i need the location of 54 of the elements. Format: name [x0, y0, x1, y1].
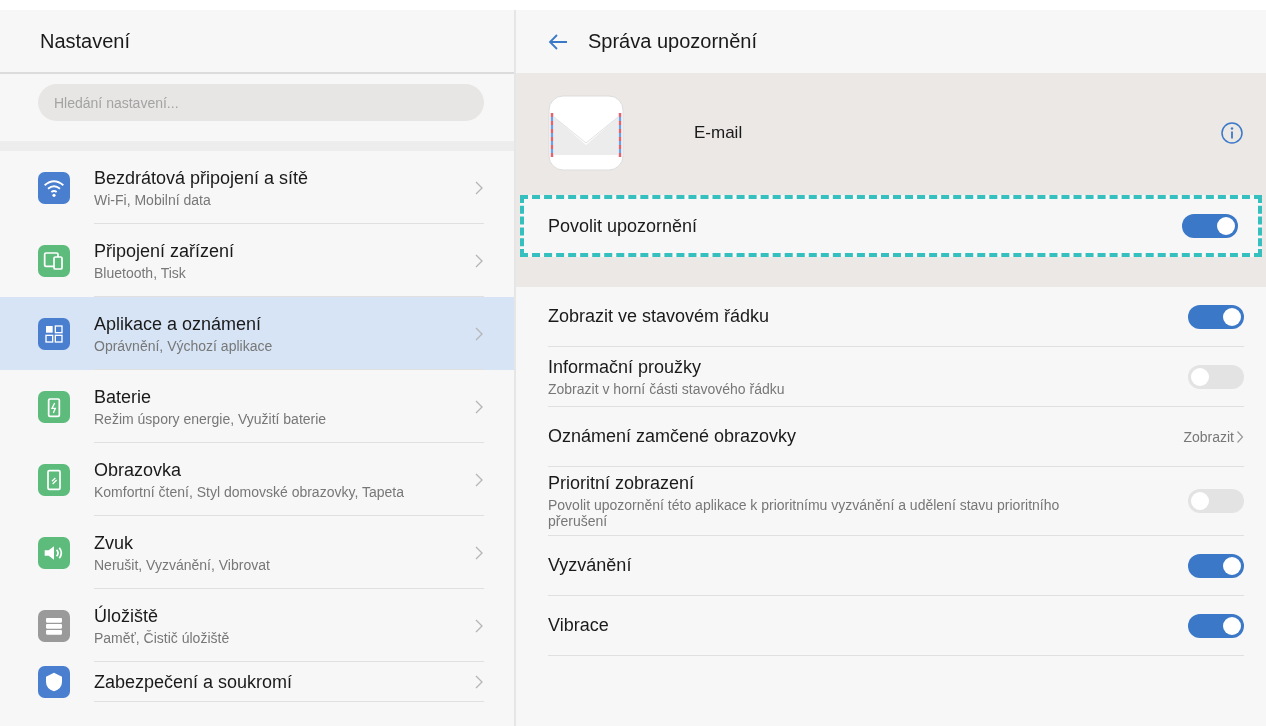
setting-description: Zobrazit v horní části stavového řádku	[548, 380, 786, 397]
item-subtitle: Paměť, Čistič úložiště	[94, 629, 231, 646]
setting-label: Prioritní zobrazení	[548, 473, 696, 494]
chevron-icon	[474, 674, 484, 690]
settings-item[interactable]: Zabezpečení a soukromí	[0, 662, 514, 702]
item-title: Baterie	[94, 386, 153, 408]
toggle-switch[interactable]	[1188, 304, 1244, 329]
toggle-switch[interactable]	[1188, 553, 1244, 578]
setting-value[interactable]: Zobrazit	[1183, 428, 1234, 445]
settings-item[interactable]: Bezdrátová připojení a sítě Wi-Fi, Mobilní data	[0, 151, 514, 224]
item-title: Zvuk	[94, 532, 134, 554]
info-icon[interactable]	[1220, 121, 1244, 145]
envelope-icon	[548, 95, 624, 171]
app-name: E-mail	[694, 123, 744, 143]
toggle-switch[interactable]	[1188, 613, 1244, 638]
settings-item[interactable]: Zvuk Nerušit, Vyzvánění, Vibrovat	[0, 516, 514, 589]
item-subtitle: Oprávnění, Výchozí aplikace	[94, 337, 274, 354]
toggle-switch[interactable]	[1188, 364, 1244, 389]
chevron-icon	[1236, 429, 1244, 444]
settings-title: Nastavení	[40, 29, 131, 53]
settings-item[interactable]: Aplikace a oznámení Oprávnění, Výchozí aplikace	[0, 297, 514, 370]
setting-label: Povolit upozornění	[548, 215, 698, 237]
item-subtitle: Bluetooth, Tisk	[94, 264, 187, 281]
settings-item[interactable]: Baterie Režim úspory energie, Využití baterie	[0, 370, 514, 443]
setting-label: Vyzvánění	[548, 555, 633, 576]
setting-label: Vibrace	[548, 615, 610, 636]
page-title: Správa upozornění	[588, 30, 757, 53]
item-title: Obrazovka	[94, 459, 183, 481]
item-title: Připojení zařízení	[94, 240, 236, 262]
setting-label: Zobrazit ve stavovém řádku	[548, 306, 771, 327]
chevron-icon	[474, 398, 484, 415]
toggle-switch[interactable]	[1182, 214, 1238, 238]
chevron-icon	[474, 471, 484, 488]
chevron-icon	[474, 252, 484, 269]
item-subtitle: Komfortní čtení, Styl domovské obrazovky, Tapeta	[94, 483, 405, 500]
chevron-icon	[474, 544, 484, 561]
search-field[interactable]: Hledání nastavení...	[38, 84, 484, 121]
settings-item[interactable]: Úložiště Paměť, Čistič úložiště	[0, 589, 514, 662]
chevron-icon	[474, 325, 484, 342]
item-subtitle: Režim úspory energie, Využití baterie	[94, 410, 328, 427]
setting-label: Informační proužky	[548, 356, 703, 378]
item-title: Aplikace a oznámení	[94, 313, 263, 335]
settings-item[interactable]: Připojení zařízení Bluetooth, Tisk	[0, 224, 514, 297]
chevron-icon	[474, 617, 484, 634]
item-title: Bezdrátová připojení a sítě	[94, 167, 310, 189]
item-subtitle: Wi-Fi, Mobilní data	[94, 191, 212, 208]
item-title: Zabezpečení a soukromí	[94, 671, 294, 693]
setting-label: Oznámení zamčené obrazovky	[548, 426, 798, 447]
setting-description: Povolit upozornění této aplikace k prioritnímu vyzvánění a udělení stavu prioritního přerušení	[548, 497, 1061, 529]
chevron-icon	[474, 179, 484, 196]
toggle-switch[interactable]	[1188, 489, 1244, 513]
settings-item[interactable]: Obrazovka Komfortní čtení, Styl domovské obrazovky, Tapeta	[0, 443, 514, 516]
item-title: Úložiště	[94, 605, 160, 627]
item-subtitle: Nerušit, Vyzvánění, Vibrovat	[94, 556, 271, 573]
